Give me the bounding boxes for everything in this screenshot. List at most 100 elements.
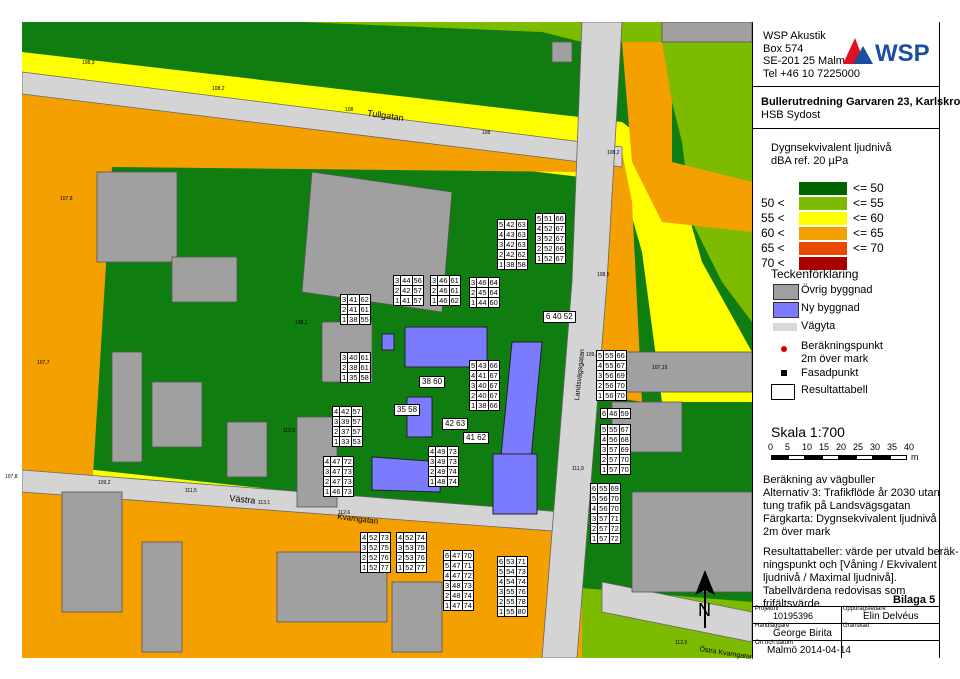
- result-table-cell: 2: [442, 590, 452, 601]
- result-table-cell: 70: [608, 503, 621, 514]
- legend-item-label: Resultattabell: [801, 384, 868, 396]
- result-table-row: 2 49 74: [427, 466, 459, 477]
- result-table-row: 1 46 62: [429, 295, 461, 306]
- scale-segment: [788, 455, 805, 460]
- result-table-row: 4 49 73: [427, 446, 459, 457]
- result-table-cell: 3: [339, 294, 349, 305]
- result-table-row: 4 52 73: [359, 532, 391, 543]
- result-table-row: 3 55 76: [496, 586, 528, 597]
- result-table-row: 1 52 67: [534, 253, 566, 264]
- result-table-row: 4 56 70: [589, 503, 621, 514]
- appendix-label: Bilaga 5: [893, 594, 936, 606]
- result-table-row: 3 56 69: [595, 370, 627, 381]
- result-table-cell: 1: [589, 533, 599, 544]
- legend-class-lower: 55 <: [761, 211, 785, 225]
- result-table-row: 3 49 73: [427, 456, 459, 467]
- result-table-cell: 74: [446, 466, 459, 477]
- result-table-cell: 5: [442, 560, 452, 571]
- result-table-cell: 1: [599, 464, 609, 475]
- company-address1: Box 574: [763, 43, 804, 55]
- company-name: WSP Akustik: [763, 30, 826, 42]
- result-table-cell: 2: [595, 380, 605, 391]
- result-table-cell: 4: [468, 370, 478, 381]
- result-table-cell: 67: [553, 233, 566, 244]
- result-table-cell: 4: [442, 570, 452, 581]
- result-table-row: 6 46 59: [599, 408, 631, 419]
- drawing-sheet: Tullgatan Västra Kvarngatan Landsvägsgatan Ö…: [0, 0, 960, 679]
- result-table-cell: 70: [614, 390, 627, 401]
- result-table-row: 1 33 53: [331, 436, 363, 447]
- result-table-cell: 53: [403, 542, 416, 553]
- result-table-cell: 3: [427, 456, 437, 467]
- result-table-row: 1 55 80: [496, 606, 528, 617]
- result-table-cell: 6: [589, 483, 599, 494]
- legend-class-upper: <= 70: [853, 241, 884, 255]
- result-table-cell: 73: [378, 532, 391, 543]
- result-table-cell: 75: [414, 542, 427, 553]
- result-table-cell: 60: [487, 297, 500, 308]
- result-table-cell: 4: [427, 446, 437, 457]
- result-table-cell: 1: [496, 259, 506, 270]
- result-table-cell: 61: [358, 362, 371, 373]
- result-table-row: 3 57 71: [589, 513, 621, 524]
- scale-tick-label: 15: [819, 442, 830, 452]
- result-table-cell: 61: [358, 352, 371, 363]
- result-table-cell: 76: [378, 552, 391, 563]
- result-table-row: 2 40 67: [468, 390, 500, 401]
- result-table-cell: 4: [359, 532, 369, 543]
- result-table-cell: 5: [589, 493, 599, 504]
- result-table-cell: 2: [496, 596, 506, 607]
- result-table-cell: 54: [504, 566, 517, 577]
- result-table-cell: 67: [618, 424, 631, 435]
- legend-class-upper: <= 60: [853, 211, 884, 225]
- result-table-cell: 47: [450, 550, 463, 561]
- result-table-cell: 70: [618, 454, 631, 465]
- result-table-cell: 47: [450, 560, 463, 571]
- result-table-cell: 57: [597, 533, 610, 544]
- result-table-cell: 67: [487, 390, 500, 401]
- result-note-2: ningspunkt och [Våning / Ekvivalent: [763, 559, 937, 571]
- height-label: 112,9: [675, 640, 688, 646]
- result-table-cell: 70: [618, 464, 631, 475]
- result-table: 5 51 66 4 52 67 3 52 67 2 52 66 1 52 67: [534, 213, 566, 264]
- result-table-cell: 4: [534, 223, 544, 234]
- result-table-row: 5 55 67: [599, 424, 631, 435]
- result-table-cell: 56: [597, 493, 610, 504]
- height-label: 111,9: [572, 466, 584, 472]
- result-table-cell: 77: [378, 562, 391, 573]
- scale-tick-label: 40: [904, 442, 915, 452]
- result-table-row: 4 43 63: [496, 229, 528, 240]
- point-label: 35 58: [394, 404, 421, 416]
- result-table-cell: 43: [504, 229, 517, 240]
- height-label: 113,1: [258, 500, 271, 506]
- height-label: 109,2: [98, 480, 111, 486]
- result-table-cell: 2: [331, 426, 341, 437]
- legend-item-label2: 2m över mark: [801, 353, 869, 365]
- height-label: 107,8: [60, 196, 73, 202]
- result-table-row: 1 52 77: [359, 562, 391, 573]
- result-table-cell: 67: [614, 360, 627, 371]
- title-block: Projektnr 10195396 Uppdragsledare Elin D…: [753, 606, 939, 658]
- result-table-row: 2 42 62: [496, 249, 528, 260]
- wsp-logo: WSP: [843, 36, 933, 69]
- result-table-cell: 77: [414, 562, 427, 573]
- wsp-logo-text: WSP: [875, 40, 930, 66]
- result-table-row: 2 46 61: [429, 285, 461, 296]
- result-table-cell: 52: [542, 233, 555, 244]
- result-table-cell: 62: [358, 294, 371, 305]
- result-table-cell: 57: [597, 523, 610, 534]
- checked-label: Granskad: [843, 623, 870, 629]
- result-table-cell: 3: [468, 277, 478, 288]
- result-table-cell: 55: [504, 596, 517, 607]
- result-table: 3 41 62 2 41 61 1 38 55: [339, 294, 371, 325]
- result-table-row: 4 52 74: [395, 532, 427, 543]
- handler-value: George Birita: [773, 628, 832, 639]
- scale-tick-label: 35: [887, 442, 898, 452]
- legend-item-label: Övrig byggnad: [801, 284, 873, 296]
- result-table-cell: 48: [435, 476, 448, 487]
- result-table-cell: 53: [350, 436, 363, 447]
- legend-swatch: [773, 302, 799, 318]
- project-client: HSB Sydost: [761, 109, 821, 121]
- legend-swatch: [773, 284, 799, 300]
- scale-title: Skala 1:700: [771, 424, 845, 440]
